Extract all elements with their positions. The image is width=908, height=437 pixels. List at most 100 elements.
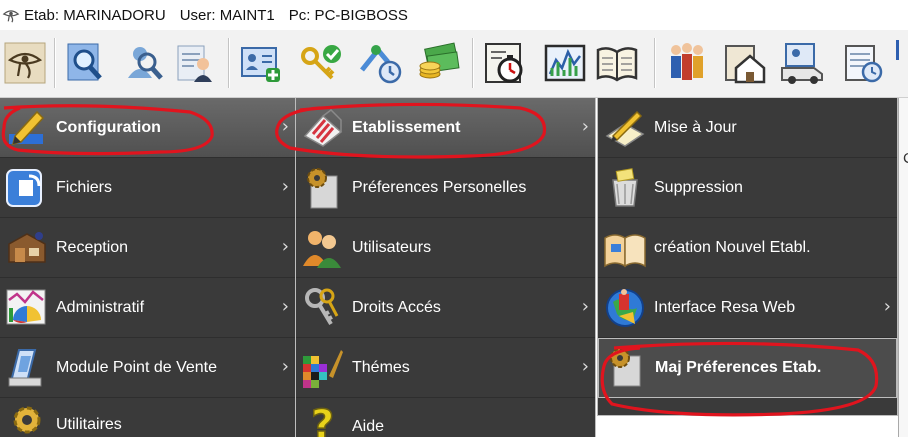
globe-icon xyxy=(606,288,644,327)
main-menu: Configuration › Fichiers › Reception › A… xyxy=(0,98,296,437)
chevron-right-icon: › xyxy=(581,296,589,317)
chevron-right-icon: › xyxy=(281,236,289,257)
etab-label: Etab: MARINADORU xyxy=(24,6,166,24)
menu-item-reception[interactable]: Reception › xyxy=(0,218,295,278)
menu-item-label: Etablissement xyxy=(352,118,461,136)
search-document-icon xyxy=(67,43,102,81)
gear-icon xyxy=(13,406,41,434)
help-icon: ? xyxy=(310,401,335,437)
chevron-right-icon: › xyxy=(281,116,289,137)
menu-item-administratif[interactable]: Administratif › xyxy=(0,278,295,338)
toolbar-button-keys[interactable] xyxy=(296,36,346,90)
menu-item-aide[interactable]: ? Aide xyxy=(296,398,595,437)
keys-icon xyxy=(305,287,339,325)
eye-of-horus-icon xyxy=(2,10,20,23)
toolbar-button-stats[interactable] xyxy=(540,36,590,90)
edit-icon xyxy=(605,110,645,147)
etablissement-submenu: Mise à Jour Suppression création Nouvel … xyxy=(597,98,898,416)
files-icon xyxy=(6,168,42,207)
menu-item-creation-nouvel-etabl[interactable]: création Nouvel Etabl. xyxy=(598,218,897,278)
people-group-icon xyxy=(671,43,703,80)
main-toolbar xyxy=(0,30,908,98)
money-coins-icon xyxy=(419,42,460,79)
toolbar-button-horus[interactable] xyxy=(0,36,50,90)
calendar-clock-icon xyxy=(845,45,883,83)
pencil-icon xyxy=(9,110,45,145)
stopwatch-icon xyxy=(485,43,523,83)
menu-item-droits-acces[interactable]: Droits Accés › xyxy=(296,278,595,338)
pos-icon xyxy=(8,348,42,386)
palette-icon xyxy=(303,349,343,388)
search-user-icon xyxy=(128,47,163,80)
add-card-icon xyxy=(241,47,280,82)
toolbar-button-book[interactable] xyxy=(592,36,642,90)
eye-of-horus-icon xyxy=(4,42,46,84)
chevron-right-icon: › xyxy=(883,296,891,317)
menu-item-mise-a-jour[interactable]: Mise à Jour xyxy=(598,98,897,158)
menu-item-interface-resa-web[interactable]: Interface Resa Web › xyxy=(598,278,897,338)
chart-icon xyxy=(6,289,46,324)
toolbar-button-stopwatch[interactable] xyxy=(480,36,530,90)
configuration-submenu: Etablissement › Préferences Personelles … xyxy=(296,98,596,437)
desk-icon xyxy=(8,231,46,263)
toolbar-button-people[interactable] xyxy=(662,36,712,90)
chevron-right-icon: › xyxy=(581,356,589,377)
menu-item-label: Aide xyxy=(352,418,385,435)
menu-item-fichiers[interactable]: Fichiers › xyxy=(0,158,295,218)
toolbar-button-search-doc[interactable] xyxy=(60,36,110,90)
chevron-right-icon: › xyxy=(281,176,289,197)
menu-item-label: Module Point de Vente xyxy=(56,358,218,376)
user-label: User: MAINT1 xyxy=(179,6,275,24)
toolbar-overflow-indicator xyxy=(896,40,899,60)
building-icon xyxy=(303,108,343,147)
preferences-icon xyxy=(610,348,641,387)
menu-item-maj-preferences-etab[interactable]: Maj Préferences Etab. xyxy=(598,338,897,398)
menu-item-label: Utilisateurs xyxy=(352,238,432,256)
toolbar-button-money[interactable] xyxy=(414,36,464,90)
menu-item-label: création Nouvel Etabl. xyxy=(654,238,811,256)
menu-item-label: Reception xyxy=(56,238,129,256)
menu-item-label: Droits Accés xyxy=(352,298,441,316)
house-icon xyxy=(725,45,766,84)
menu-item-label: Mise à Jour xyxy=(654,118,737,136)
menu-item-label: Suppression xyxy=(654,178,743,196)
svg-text:?: ? xyxy=(311,402,334,437)
menu-item-utilisateurs[interactable]: Utilisateurs xyxy=(296,218,595,278)
menu-item-point-de-vente[interactable]: Module Point de Vente › xyxy=(0,338,295,398)
users-icon xyxy=(303,230,341,268)
toolbar-button-user-clock[interactable] xyxy=(356,36,406,90)
keys-check-icon xyxy=(301,45,341,80)
menu-item-label: Thémes xyxy=(352,358,410,376)
new-book-icon xyxy=(604,233,646,267)
stats-chart-icon xyxy=(544,44,586,82)
toolbar-button-house[interactable] xyxy=(720,36,770,90)
window-titlebar: Etab: MARINADORU User: MAINT1 Pc: PC-BIG… xyxy=(0,0,908,30)
menu-item-label: Administratif xyxy=(56,298,145,316)
background-window-fragment: C xyxy=(898,98,908,437)
toolbar-button-search-user[interactable] xyxy=(118,36,168,90)
menu-item-label: Fichiers xyxy=(56,178,113,196)
menu-item-etablissement[interactable]: Etablissement › xyxy=(296,98,595,158)
van-icon xyxy=(781,43,823,84)
chevron-right-icon: › xyxy=(581,116,589,137)
menu-item-label: Configuration xyxy=(56,118,161,136)
menu-item-utilitaires[interactable]: Utilitaires xyxy=(0,398,295,436)
user-clock-icon xyxy=(360,45,402,84)
chevron-right-icon: › xyxy=(281,356,289,377)
menu-item-label: Utilitaires xyxy=(56,416,122,433)
trash-icon xyxy=(612,167,638,207)
menu-item-preferences-personelles[interactable]: Préferences Personelles xyxy=(296,158,595,218)
menu-item-configuration[interactable]: Configuration › xyxy=(0,98,295,158)
menu-item-themes[interactable]: Thémes › xyxy=(296,338,595,398)
toolbar-button-calendar[interactable] xyxy=(838,36,888,90)
toolbar-button-user-profile[interactable] xyxy=(170,36,220,90)
open-book-icon xyxy=(596,47,638,82)
menu-item-suppression[interactable]: Suppression xyxy=(598,158,897,218)
pc-label: Pc: PC-BIGBOSS xyxy=(288,6,408,24)
toolbar-button-van[interactable] xyxy=(778,36,828,90)
menu-item-label: Interface Resa Web xyxy=(654,298,796,316)
menu-item-label: Préferences Personelles xyxy=(352,178,527,196)
background-text-fragment: C xyxy=(903,150,908,167)
toolbar-button-add-card[interactable] xyxy=(236,36,286,90)
user-profile-icon xyxy=(177,45,212,82)
